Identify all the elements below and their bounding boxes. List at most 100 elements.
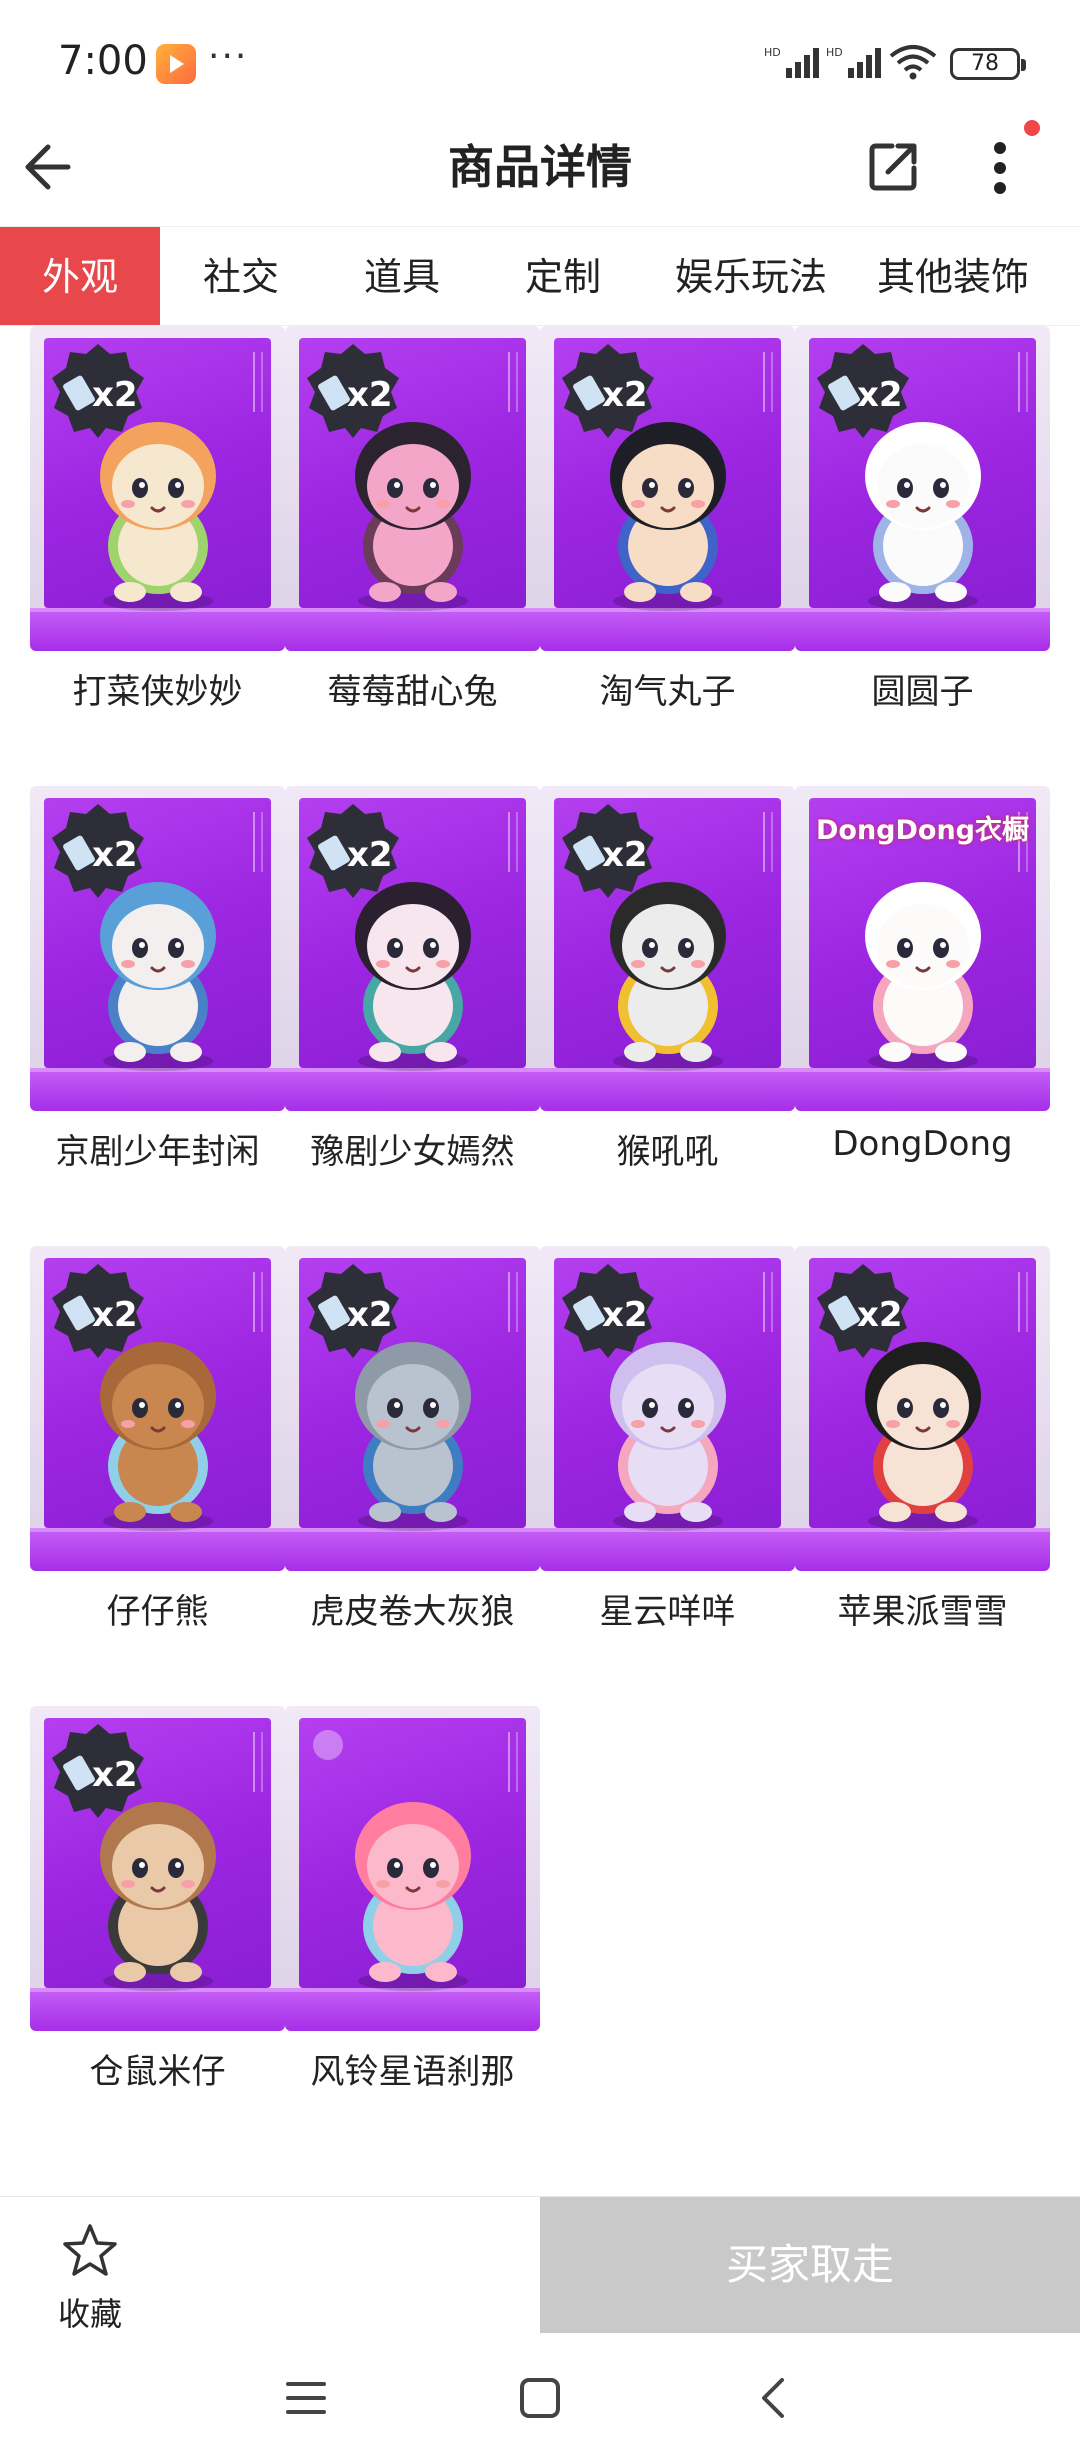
double-badge-icon: x2 <box>307 804 399 898</box>
double-badge-icon: x2 <box>52 804 144 898</box>
display-box: x2 <box>30 1706 285 2031</box>
star-icon <box>63 2224 117 2276</box>
tab-props[interactable]: 道具 <box>322 227 482 325</box>
buyer-take-button[interactable]: 买家取走 <box>540 2197 1080 2333</box>
display-box: x2 <box>540 1246 795 1571</box>
box-side-decoration <box>763 352 773 412</box>
tab-appearance[interactable]: 外观 <box>0 227 160 325</box>
app-notification-icon <box>156 44 196 84</box>
header: 商品详情 <box>0 110 1080 225</box>
category-tabs: 外观 社交 道具 定制 娱乐玩法 其他装饰 <box>0 226 1080 326</box>
back-chevron-icon[interactable] <box>742 2366 806 2430</box>
badge-text: x2 <box>602 1295 648 1335</box>
double-badge-icon: x2 <box>307 1264 399 1358</box>
battery-indicator: 78 <box>950 48 1026 80</box>
item-card[interactable]: x2 打菜侠妙妙 <box>30 326 285 786</box>
notification-dot <box>1024 120 1040 136</box>
tab-other-decor[interactable]: 其他装饰 <box>858 227 1048 325</box>
item-name: 莓莓甜心兔 <box>327 672 498 712</box>
badge-text: x2 <box>92 375 138 415</box>
display-box: x2 <box>540 786 795 1111</box>
tab-entertainment[interactable]: 娱乐玩法 <box>644 227 858 325</box>
item-card[interactable]: DongDong衣橱 DongDong <box>795 786 1050 1246</box>
item-name: DongDong <box>832 1124 1013 1164</box>
item-name: 圆圆子 <box>871 672 974 712</box>
item-name: 风铃星语刹那 <box>310 2052 515 2092</box>
svg-text:HD: HD <box>826 46 843 59</box>
display-box: x2 <box>30 786 285 1111</box>
status-bar: 7:00 ··· HD HD 78 <box>0 0 1080 110</box>
home-square-icon[interactable] <box>508 2366 572 2430</box>
svg-text:HD: HD <box>764 46 781 59</box>
display-box: x2 <box>285 786 540 1111</box>
badge-text: x2 <box>92 1755 138 1795</box>
box-side-decoration <box>1018 1272 1028 1332</box>
item-name: 猴吼吼 <box>616 1132 719 1172</box>
item-name: 虎皮卷大灰狼 <box>310 1592 515 1632</box>
favorite-button[interactable]: 收藏 <box>30 2207 150 2333</box>
double-badge-icon: x2 <box>817 1264 909 1358</box>
badge-text: x2 <box>347 1295 393 1335</box>
double-badge-icon: x2 <box>562 344 654 438</box>
display-box <box>285 1706 540 2031</box>
box-side-decoration <box>508 352 518 412</box>
box-side-decoration <box>763 812 773 872</box>
badge-text: x2 <box>92 1295 138 1335</box>
item-name: 苹果派雪雪 <box>837 1592 1008 1632</box>
item-card[interactable]: x2 圆圆子 <box>795 326 1050 786</box>
box-side-decoration <box>763 1272 773 1332</box>
item-card[interactable]: x2 仓鼠米仔 <box>30 1706 285 2166</box>
box-banner: DongDong衣橱 <box>815 815 1030 846</box>
item-card[interactable]: x2 虎皮卷大灰狼 <box>285 1246 540 1706</box>
badge-text: x2 <box>602 375 648 415</box>
item-name: 打菜侠妙妙 <box>72 672 243 712</box>
box-side-decoration <box>508 1272 518 1332</box>
item-name: 淘气丸子 <box>599 672 736 712</box>
box-side-decoration <box>508 1732 518 1792</box>
display-box: x2 <box>795 1246 1050 1571</box>
box-side-decoration <box>508 812 518 872</box>
box-side-decoration <box>253 812 263 872</box>
item-card[interactable]: x2 仔仔熊 <box>30 1246 285 1706</box>
item-name: 仓鼠米仔 <box>89 2052 226 2092</box>
item-card[interactable]: x2 淘气丸子 <box>540 326 795 786</box>
display-box: x2 <box>30 326 285 651</box>
more-notifications-indicator: ··· <box>208 36 249 77</box>
brand-logo-icon <box>313 1730 343 1760</box>
double-badge-icon: x2 <box>307 344 399 438</box>
menu-icon[interactable] <box>274 2366 338 2430</box>
more-options-icon[interactable] <box>972 128 1028 208</box>
item-card[interactable]: x2 猴吼吼 <box>540 786 795 1246</box>
item-card[interactable]: 风铃星语刹那 <box>285 1706 540 2166</box>
item-card[interactable]: x2 星云咩咩 <box>540 1246 795 1706</box>
item-card[interactable]: x2 京剧少年封闲 <box>30 786 285 1246</box>
box-side-decoration <box>253 1272 263 1332</box>
item-name: 星云咩咩 <box>599 1592 736 1632</box>
double-badge-icon: x2 <box>52 344 144 438</box>
badge-text: x2 <box>602 835 648 875</box>
status-time: 7:00 <box>58 38 148 84</box>
badge-text: x2 <box>347 375 393 415</box>
cell-signal-2-icon: HD <box>826 46 881 78</box>
favorite-label: 收藏 <box>57 2295 122 2333</box>
badge-text: x2 <box>857 375 903 415</box>
system-nav-bar <box>0 2336 1080 2460</box>
character-figure <box>865 882 981 1071</box>
wifi-icon <box>889 45 937 80</box>
display-box: x2 <box>285 326 540 651</box>
item-card[interactable]: x2 莓莓甜心兔 <box>285 326 540 786</box>
badge-text: x2 <box>857 1295 903 1335</box>
item-name: 豫剧少女嫣然 <box>310 1132 515 1172</box>
cell-signal-1-icon: HD <box>764 46 819 78</box>
character-figure <box>355 1802 471 1991</box>
item-card[interactable]: x2 苹果派雪雪 <box>795 1246 1050 1706</box>
item-card[interactable]: x2 豫剧少女嫣然 <box>285 786 540 1246</box>
tab-custom[interactable]: 定制 <box>482 227 644 325</box>
tab-social[interactable]: 社交 <box>160 227 322 325</box>
item-name: 仔仔熊 <box>106 1592 209 1632</box>
double-badge-icon: x2 <box>562 1264 654 1358</box>
share-icon[interactable] <box>862 134 926 198</box>
box-side-decoration <box>253 352 263 412</box>
item-name: 京剧少年封闲 <box>55 1132 260 1172</box>
item-grid: x2 打菜侠妙妙 x2 莓莓甜心兔 x2 淘气丸子 x2 圆圆子 x2 京剧少年封闲 x2 豫剧少女嫣… <box>30 326 1050 2196</box>
